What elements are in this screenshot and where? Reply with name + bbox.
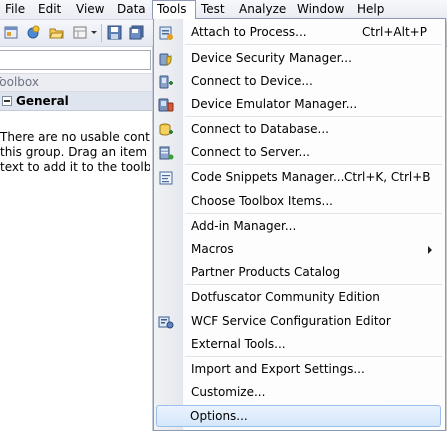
- new-project-icon[interactable]: [4, 25, 19, 40]
- connect-database-icon: [159, 123, 173, 136]
- menu-file[interactable]: File: [5, 1, 25, 18]
- menu-item-label: Connect to Device...: [191, 74, 313, 88]
- menu-item-options[interactable]: Options...: [156, 405, 441, 427]
- menu-item-label: Device Emulator Manager...: [191, 97, 358, 111]
- empty-message-line: this group. Drag an item onto: [0, 145, 150, 159]
- menu-item-label: Import and Export Settings...: [191, 362, 365, 376]
- menu-item-attach-to-process[interactable]: Attach to Process... Ctrl+Alt+P: [154, 21, 443, 44]
- menu-item-label: WCF Service Configuration Editor: [191, 314, 391, 328]
- menu-analyze[interactable]: Analyze: [239, 1, 286, 18]
- menu-item-label: Dotfuscator Community Edition: [191, 290, 380, 304]
- menu-separator: [185, 213, 442, 215]
- tools-menu: Attach to Process... Ctrl+Alt+P Device S…: [153, 18, 446, 431]
- toolbox-title-bar: Toolbox: [0, 73, 152, 92]
- attach-process-icon: [159, 26, 173, 40]
- menu-bar: File Edit View Data Tools Test Analyze W…: [0, 0, 447, 20]
- add-item-icon[interactable]: [26, 25, 41, 40]
- menu-item-device-security-manager[interactable]: Device Security Manager...: [154, 47, 443, 70]
- menu-item-add-in-manager[interactable]: Add-in Manager...: [154, 215, 443, 238]
- code-snippets-icon: [159, 171, 173, 185]
- menu-separator: [185, 284, 442, 286]
- open-folder-icon[interactable]: [49, 25, 64, 40]
- collapse-icon[interactable]: [2, 96, 12, 106]
- menu-item-label: Connect to Database...: [191, 122, 329, 136]
- menu-item-macros[interactable]: Macros: [154, 238, 443, 261]
- menu-item-code-snippets-manager[interactable]: Code Snippets Manager... Ctrl+K, Ctrl+B: [154, 166, 443, 189]
- connect-server-icon: [159, 146, 174, 160]
- menu-item-label: Device Security Manager...: [191, 51, 352, 65]
- menu-item-import-export-settings[interactable]: Import and Export Settings...: [154, 358, 443, 381]
- save-icon[interactable]: [107, 25, 122, 40]
- menu-item-connect-to-database[interactable]: Connect to Database...: [154, 118, 443, 141]
- menu-item-connect-to-device[interactable]: Connect to Device...: [154, 70, 443, 93]
- menu-item-label: Add-in Manager...: [191, 219, 297, 233]
- chevron-down-icon[interactable]: [91, 31, 97, 34]
- menu-window[interactable]: Window: [297, 1, 344, 18]
- device-security-icon: [159, 53, 172, 66]
- group-label: General: [16, 94, 69, 108]
- menu-item-shortcut: Ctrl+Alt+P: [362, 25, 427, 39]
- menu-item-label: Choose Toolbox Items...: [191, 194, 333, 208]
- menu-item-choose-toolbox-items[interactable]: Choose Toolbox Items...: [154, 190, 443, 213]
- menu-separator: [185, 116, 442, 118]
- menu-separator: [185, 356, 442, 358]
- menu-item-label: Customize...: [191, 385, 266, 399]
- menu-item-label: Partner Products Catalog: [191, 265, 341, 279]
- menu-item-wcf-service-configuration-editor[interactable]: WCF Service Configuration Editor: [154, 310, 443, 333]
- menu-separator: [185, 164, 442, 166]
- menu-help[interactable]: Help: [357, 1, 384, 18]
- menu-item-label: Attach to Process...: [191, 25, 307, 39]
- menu-item-connect-to-server[interactable]: Connect to Server...: [154, 141, 443, 164]
- toolbox-group-general[interactable]: General: [0, 92, 152, 111]
- connect-device-icon: [159, 75, 173, 89]
- visual-studio-window: File Edit View Data Tools Test Analyze W…: [0, 0, 447, 431]
- toolbox-search-field[interactable]: [0, 50, 151, 70]
- empty-message-line: text to add it to the toolbox.: [0, 160, 150, 174]
- toolbox-title: Toolbox: [0, 75, 39, 89]
- menu-item-shortcut: Ctrl+K, Ctrl+B: [344, 170, 431, 184]
- wcf-config-icon: [158, 316, 174, 329]
- emulator-manager-icon: [158, 98, 174, 112]
- menu-item-partner-products-catalog[interactable]: Partner Products Catalog: [154, 261, 443, 284]
- menu-item-label: Macros: [191, 242, 234, 256]
- menu-item-label: External Tools...: [191, 337, 286, 351]
- toolbox-empty-message: There are no usable controls in this gro…: [0, 130, 150, 175]
- menu-tools[interactable]: Tools: [152, 0, 196, 19]
- menu-item-label: Connect to Server...: [191, 145, 310, 159]
- menu-item-label: Options...: [190, 409, 248, 423]
- menu-edit[interactable]: Edit: [38, 1, 61, 18]
- submenu-arrow-icon: [428, 246, 432, 254]
- empty-message-line: There are no usable controls in: [0, 130, 150, 144]
- menu-item-customize[interactable]: Customize...: [154, 381, 443, 404]
- menu-data[interactable]: Data: [117, 1, 146, 18]
- menu-separator: [185, 44, 442, 46]
- save-all-icon[interactable]: [129, 25, 144, 40]
- menu-test[interactable]: Test: [201, 1, 225, 18]
- toolbar-separator: [101, 24, 102, 42]
- menu-item-external-tools[interactable]: External Tools...: [154, 333, 443, 356]
- menu-item-device-emulator-manager[interactable]: Device Emulator Manager...: [154, 93, 443, 116]
- layout-icon[interactable]: [73, 25, 88, 40]
- menu-item-dotfuscator[interactable]: Dotfuscator Community Edition: [154, 286, 443, 309]
- menu-view[interactable]: View: [76, 1, 104, 18]
- menu-item-label: Code Snippets Manager...: [191, 170, 345, 184]
